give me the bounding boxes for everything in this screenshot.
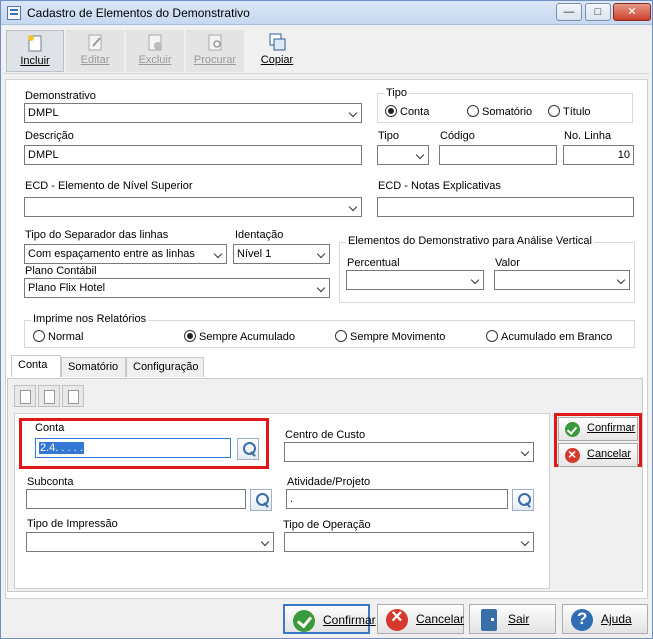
tab-somatorio[interactable]: Somatório: [61, 357, 126, 377]
radio-selected-icon: [385, 105, 397, 117]
window-title: Cadastro de Elementos do Demonstrativo: [27, 6, 250, 20]
tipo-operacao-select[interactable]: [284, 532, 534, 552]
no-linha-label: No. Linha: [564, 130, 612, 142]
confirmar-button[interactable]: Confirmar: [283, 604, 376, 634]
separador-label: Tipo do Separador das linhas: [25, 229, 169, 241]
tipo-select[interactable]: [377, 145, 429, 165]
incluir-button[interactable]: Incluir: [6, 30, 64, 72]
codigo-label: Código: [440, 130, 475, 142]
check-icon: [565, 422, 580, 437]
valor-select[interactable]: [494, 270, 630, 290]
edit-document-icon: [88, 34, 102, 51]
tipo-impressao-label: Tipo de Impressão: [27, 518, 118, 530]
radio-icon: [486, 330, 498, 342]
subconta-label: Subconta: [27, 476, 74, 488]
conta-value: 2.4. . . . .: [39, 442, 84, 454]
tipo-group-title: Tipo: [384, 87, 409, 99]
imprime-normal-radio[interactable]: Normal: [33, 330, 83, 343]
new-document-icon: [28, 35, 42, 52]
percentual-select[interactable]: [346, 270, 484, 290]
excluir-label: Excluir: [138, 54, 172, 66]
copiar-button[interactable]: Copiar: [248, 30, 306, 72]
conta-input[interactable]: 2.4. . . . .: [35, 438, 231, 458]
descricao-label: Descrição: [25, 130, 74, 142]
plano-select[interactable]: Plano Flix Hotel: [24, 278, 330, 298]
tipo-impressao-select[interactable]: [26, 532, 274, 552]
form-icon: [7, 6, 21, 20]
ecd-elemento-label: ECD - Elemento de Nível Superior: [25, 180, 193, 192]
procurar-button[interactable]: Procurar: [186, 30, 244, 72]
ecd-notas-input[interactable]: [377, 197, 634, 217]
editar-button[interactable]: Editar: [66, 30, 124, 72]
ecd-notas-label: ECD - Notas Explicativas: [378, 180, 501, 192]
editar-label: Editar: [80, 54, 110, 66]
centro-custo-select[interactable]: [284, 442, 534, 462]
plano-label: Plano Contábil: [25, 265, 97, 277]
maximize-button[interactable]: □: [585, 3, 611, 21]
percentual-label: Percentual: [347, 257, 400, 269]
radio-icon: [548, 105, 560, 117]
tab-configuracao[interactable]: Configuração: [126, 357, 204, 377]
identacao-label: Identação: [235, 229, 284, 241]
demonstrativo-select[interactable]: DMPL: [24, 103, 362, 123]
imprime-sempre-movimento-radio[interactable]: Sempre Movimento: [335, 330, 445, 343]
title-bar: Cadastro de Elementos do Demonstrativo —…: [1, 1, 652, 25]
cancelar-button[interactable]: Cancelar: [377, 604, 464, 634]
imprime-acumulado-branco-radio[interactable]: Acumulado em Branco: [486, 330, 612, 343]
tipo-somatorio-radio[interactable]: Somatório: [467, 105, 532, 118]
main-toolbar: Incluir Editar Excluir Procurar Copiar: [4, 28, 649, 74]
identacao-select[interactable]: Nível 1: [233, 244, 330, 264]
cancel-icon: [386, 606, 408, 631]
procurar-label: Procurar: [193, 54, 237, 66]
minimize-button[interactable]: —: [556, 3, 582, 21]
check-icon: [293, 610, 315, 632]
tipo-operacao-label: Tipo de Operação: [283, 519, 371, 531]
atividade-label: Atividade/Projeto: [287, 476, 371, 488]
radio-icon: [467, 105, 479, 117]
copiar-label: Copiar: [260, 54, 294, 66]
tipo-conta-radio[interactable]: Conta: [385, 105, 429, 118]
conta-confirmar-button[interactable]: Confirmar: [558, 417, 638, 441]
atividade-input[interactable]: .: [286, 489, 508, 509]
imprime-sempre-acumulado-radio[interactable]: Sempre Acumulado: [184, 330, 295, 343]
help-icon: [571, 609, 593, 631]
close-button[interactable]: ✕: [613, 3, 651, 21]
sair-button[interactable]: Sair: [469, 604, 556, 634]
inner-add-icon[interactable]: [14, 385, 36, 407]
codigo-input[interactable]: [439, 145, 557, 165]
subconta-input[interactable]: [26, 489, 246, 509]
search-document-icon: [208, 34, 222, 51]
radio-selected-icon: [184, 330, 196, 342]
ajuda-button[interactable]: Ajuda: [562, 604, 648, 634]
subconta-search-icon[interactable]: [250, 489, 272, 511]
conta-cancelar-button[interactable]: Cancelar: [558, 443, 638, 467]
valor-label: Valor: [495, 257, 520, 269]
no-linha-input[interactable]: 10: [563, 145, 634, 165]
delete-document-icon: [148, 34, 162, 51]
ecd-elemento-select[interactable]: [24, 197, 362, 217]
exit-door-icon: [481, 609, 497, 631]
conta-search-icon[interactable]: [237, 438, 259, 460]
excluir-button[interactable]: Excluir: [126, 30, 184, 72]
radio-icon: [335, 330, 347, 342]
demonstrativo-label: Demonstrativo: [25, 90, 96, 102]
separador-select[interactable]: Com espaçamento entre as linhas: [24, 244, 227, 264]
radio-icon: [33, 330, 45, 342]
incluir-label: Incluir: [20, 55, 50, 67]
tipo-titulo-radio[interactable]: Título: [548, 105, 591, 118]
tipo-label: Tipo: [378, 130, 399, 142]
inner-delete-icon[interactable]: [62, 385, 84, 407]
analise-vertical-title: Elementos do Demonstrativo para Análise …: [346, 235, 594, 247]
centro-custo-label: Centro de Custo: [285, 429, 366, 441]
atividade-search-icon[interactable]: [512, 489, 534, 511]
descricao-input[interactable]: DMPL: [24, 145, 362, 165]
copy-icon: [269, 33, 286, 51]
tab-conta[interactable]: Conta: [11, 355, 61, 377]
imprime-group-title: Imprime nos Relatórios: [31, 313, 149, 325]
main-window: Cadastro de Elementos do Demonstrativo —…: [0, 0, 653, 639]
inner-edit-icon[interactable]: [38, 385, 60, 407]
cancel-icon: [565, 446, 580, 463]
conta-label: Conta: [35, 422, 65, 434]
